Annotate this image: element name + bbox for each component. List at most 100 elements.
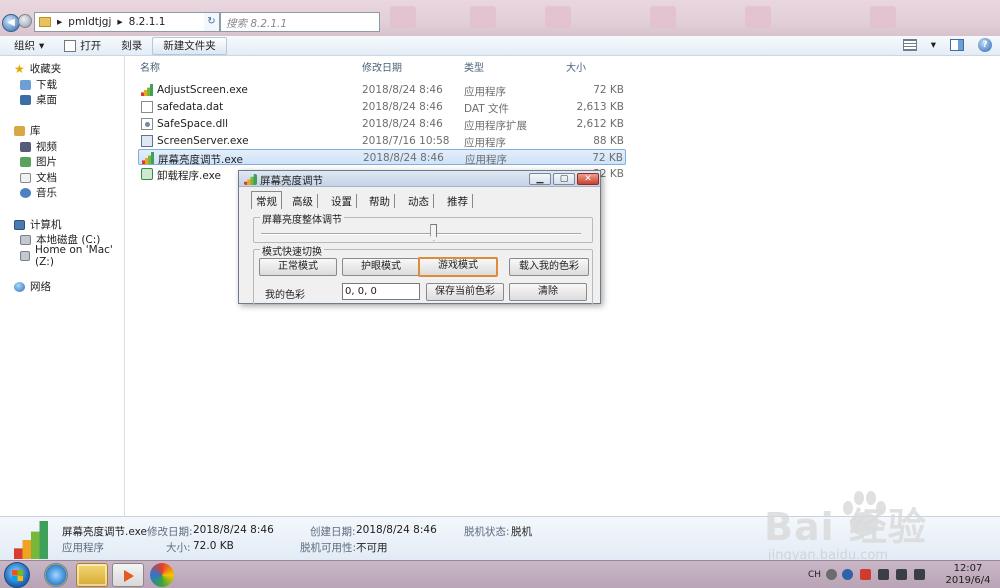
breadcrumb-separator: ▸ (57, 16, 63, 28)
nav-pictures[interactable]: 图片 (20, 154, 57, 169)
column-header-type[interactable]: 类型 (464, 59, 484, 74)
file-modified: 2018/8/24 8:46 (363, 152, 444, 164)
size-value: 72.0 KB (193, 540, 234, 552)
preview-pane-icon[interactable] (950, 39, 964, 51)
file-row[interactable]: AdjustScreen.exe 2018/8/24 8:46 应用程序 72 … (138, 82, 626, 98)
disk-icon (20, 234, 31, 245)
nav-desktop[interactable]: 桌面 (20, 92, 57, 107)
close-button[interactable]: ✕ (577, 173, 599, 185)
power-icon[interactable] (914, 569, 925, 580)
nav-label: 收藏夹 (29, 63, 62, 75)
start-button[interactable] (4, 562, 30, 588)
app-icon (141, 135, 153, 147)
bars-icon (14, 521, 48, 559)
file-type: 应用程序 (464, 86, 506, 98)
refresh-button[interactable]: ↻ (204, 12, 220, 32)
file-row[interactable]: SafeSpace.dll 2018/8/24 8:46 应用程序扩展 2,61… (138, 116, 626, 132)
file-name: 卸载程序.exe (157, 170, 221, 182)
dialog-title-bar[interactable]: 屏幕亮度调节 ▁ ▢ ✕ (239, 171, 600, 187)
desktop-icon (20, 94, 31, 105)
created-value: 2018/8/24 8:46 (356, 524, 437, 536)
forward-button[interactable] (18, 14, 32, 28)
column-header-name[interactable]: 名称 (140, 59, 160, 74)
tab-general[interactable]: 常规 (251, 191, 282, 209)
nav-videos[interactable]: 视频 (20, 139, 57, 154)
computer-icon (14, 219, 25, 230)
file-row[interactable]: ScreenServer.exe 2018/7/16 10:58 应用程序 88… (138, 133, 626, 149)
internet-explorer-icon[interactable] (44, 563, 68, 587)
brightness-group: 屏幕亮度整体调节 (253, 211, 593, 243)
clear-button[interactable]: 清除 (509, 283, 587, 301)
game-mode-button[interactable]: 游戏模式 (418, 257, 498, 277)
tab-dynamic[interactable]: 动态 (404, 194, 434, 208)
modified-label: 修改日期: (147, 526, 193, 538)
save-color-button[interactable]: 保存当前色彩 (426, 283, 504, 301)
ime-icon[interactable] (826, 569, 837, 580)
language-indicator[interactable]: CH (808, 570, 821, 580)
navigation-pane: ★ 收藏夹 下载 桌面 库 视频 图片 文档 音乐 计算机 本地磁盘 (C:) … (0, 56, 125, 516)
clock[interactable]: 12:07 2019/6/4 (940, 563, 996, 587)
desktop-decoration (470, 6, 496, 28)
organize-button[interactable]: 组织 ▾ (4, 37, 54, 55)
volume-icon[interactable] (896, 569, 907, 580)
network-tray-icon[interactable] (878, 569, 889, 580)
tab-advanced[interactable]: 高级 (288, 194, 318, 208)
file-modified: 2018/8/24 8:46 (362, 84, 443, 96)
modified-value: 2018/8/24 8:46 (193, 524, 274, 536)
minimize-button[interactable]: ▁ (529, 173, 551, 185)
my-color-input[interactable]: 0, 0, 0 (342, 283, 420, 300)
file-size: 72 KB (592, 152, 623, 164)
nav-network[interactable]: 网络 (14, 279, 51, 294)
file-row-selected[interactable]: 屏幕亮度调节.exe 2018/8/24 8:46 应用程序 72 KB (138, 149, 626, 166)
dialog-title: 屏幕亮度调节 (260, 175, 323, 187)
nav-label: 下载 (36, 79, 57, 91)
breadcrumb-item[interactable]: pmldtjgj (68, 16, 111, 28)
maximize-button[interactable]: ▢ (553, 173, 575, 185)
media-player-icon[interactable] (112, 563, 144, 587)
nav-downloads[interactable]: 下载 (20, 77, 57, 92)
tab-help[interactable]: 帮助 (365, 194, 395, 208)
download-folder-icon (20, 79, 31, 90)
file-explorer-icon[interactable] (76, 563, 108, 587)
document-icon (20, 172, 31, 183)
chevron-down-icon[interactable]: ▾ (931, 39, 936, 51)
file-row[interactable]: safedata.dat 2018/8/24 8:46 DAT 文件 2,613… (138, 99, 626, 115)
desktop-decoration (870, 6, 896, 28)
action-center-icon[interactable] (860, 569, 871, 580)
nav-label: 计算机 (30, 219, 62, 231)
nav-libraries[interactable]: 库 (14, 123, 41, 138)
browser-360-icon[interactable] (150, 563, 174, 587)
help-icon[interactable]: ? (978, 38, 992, 52)
nav-favorites[interactable]: ★ 收藏夹 (14, 61, 61, 76)
tab-recommend[interactable]: 推荐 (443, 194, 473, 208)
new-folder-button[interactable]: 新建文件夹 (152, 36, 227, 55)
nav-music[interactable]: 音乐 (20, 185, 57, 200)
brightness-slider-track[interactable] (261, 233, 581, 235)
file-name: AdjustScreen.exe (157, 84, 248, 96)
eye-care-mode-button[interactable]: 护眼模式 (342, 258, 420, 276)
search-input[interactable]: 搜索 8.2.1.1 (220, 12, 380, 32)
chevron-down-icon: ▾ (39, 39, 45, 52)
nav-label: 库 (30, 125, 41, 137)
nav-computer[interactable]: 计算机 (14, 217, 62, 232)
brightness-dialog: 屏幕亮度调节 ▁ ▢ ✕ 常规 高级 设置 帮助 动态 推荐 屏幕亮度整体调节 … (238, 170, 601, 305)
address-bar[interactable]: ▸ pmldtjgj ▸ 8.2.1.1 (34, 12, 214, 32)
open-button[interactable]: 打开 (54, 37, 111, 55)
normal-mode-button[interactable]: 正常模式 (259, 258, 337, 276)
bars-icon (141, 84, 153, 96)
breadcrumb-item[interactable]: 8.2.1.1 (129, 16, 166, 28)
column-header-size[interactable]: 大小 (566, 59, 586, 74)
file-name: safedata.dat (157, 101, 224, 113)
burn-button[interactable]: 刻录 (111, 37, 152, 55)
nav-documents[interactable]: 文档 (20, 170, 57, 185)
tab-settings[interactable]: 设置 (327, 194, 357, 208)
nav-mac-home[interactable]: Home on 'Mac' (Z:) (20, 244, 124, 268)
picture-icon (20, 156, 31, 167)
load-my-color-button[interactable]: 载入我的色彩 (509, 258, 589, 276)
column-header-modified[interactable]: 修改日期 (362, 59, 402, 74)
network-icon (14, 281, 25, 292)
view-options-icon[interactable] (902, 39, 917, 51)
desktop-decoration (650, 6, 676, 28)
help-tray-icon[interactable] (842, 569, 853, 580)
star-icon: ★ (14, 61, 25, 76)
